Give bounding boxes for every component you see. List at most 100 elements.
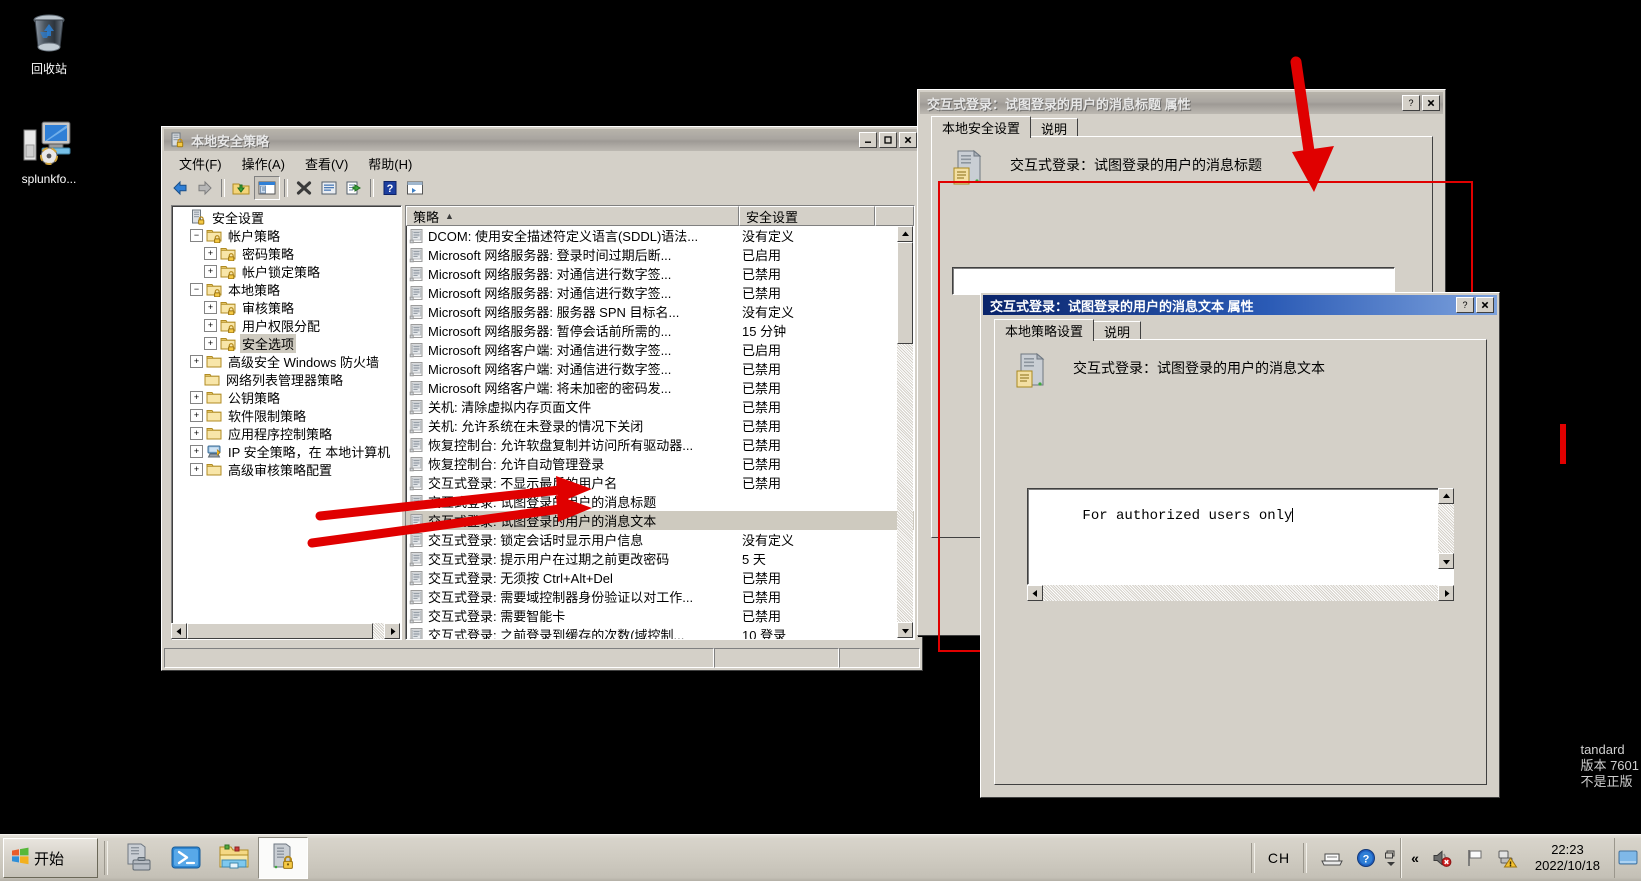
taskbar-button-server-manager[interactable] (114, 838, 162, 878)
tab-explain[interactable]: 说明 (1093, 321, 1142, 341)
expand-icon[interactable]: + (190, 408, 203, 422)
textarea-hscrollbar[interactable] (1027, 585, 1454, 601)
tree-scroll-thumb[interactable] (187, 623, 373, 639)
tab-explain[interactable]: 说明 (1030, 118, 1079, 138)
table-row[interactable]: 恢复控制台: 允许软盘复制并访问所有驱动器... 已禁用 (406, 435, 914, 454)
message-text-properties-dialog[interactable]: 交互式登录：试图登录的用户的消息文本 属性 ? 本地策略设置 说明 交互式登录：… (980, 292, 1500, 798)
textarea-scroll-left-button[interactable] (1027, 585, 1043, 601)
table-row[interactable]: Microsoft 网络客户端: 将未加密的密码发... 已禁用 (406, 378, 914, 397)
console-tree-icon[interactable] (254, 176, 280, 200)
table-row[interactable]: 交互式登录: 试图登录的用户的消息标题 (406, 492, 914, 511)
tree-item[interactable]: − 本地策略 (174, 280, 401, 298)
close-button[interactable] (899, 132, 917, 148)
tab-local-policy-setting[interactable]: 本地策略设置 (994, 319, 1095, 341)
table-row[interactable]: 交互式登录: 不显示最后的用户名 已禁用 (406, 473, 914, 492)
expand-icon[interactable]: + (204, 336, 217, 350)
tree-item[interactable]: + 应用程序控制策略 (174, 424, 401, 442)
menu-file[interactable]: 文件(F) (170, 152, 231, 175)
window-titlebar[interactable]: 本地安全策略 (164, 129, 920, 151)
list-scroll-track[interactable] (897, 242, 913, 622)
expand-icon[interactable]: + (190, 390, 203, 404)
taskbar[interactable]: 开始 CH ? « 22:23 2022/10/18 (0, 834, 1641, 881)
desktop-icon-recycle-bin[interactable]: 回收站 (4, 8, 94, 76)
menu-bar[interactable]: 文件(F) 操作(A) 查看(V) 帮助(H) (164, 152, 920, 174)
tree-item[interactable]: 安全设置 (174, 208, 401, 226)
dialog-titlebar[interactable]: 交互式登录：试图登录的用户的消息文本 属性 ? (983, 295, 1497, 315)
ime-language-indicator[interactable]: CH (1262, 850, 1296, 866)
list-scroll-up-button[interactable] (897, 226, 913, 242)
console-tree-pane[interactable]: 安全设置 − 帐户策略 + 密码策略 + 帐户锁定策略 − 本地策略 + 审核策略 + 用户权限分配 + 安… (171, 205, 402, 640)
message-text-input[interactable]: For authorized users only (1027, 488, 1454, 585)
table-row[interactable]: Microsoft 网络服务器: 对通信进行数字签... 已禁用 (406, 283, 914, 302)
column-header-policy[interactable]: 策略 ▲ (406, 206, 739, 226)
table-row[interactable]: 交互式登录: 无须按 Ctrl+Alt+Del 已禁用 (406, 568, 914, 587)
properties-icon[interactable] (317, 177, 341, 199)
tree-item[interactable]: + 公钥策略 (174, 388, 401, 406)
collapse-icon[interactable]: − (190, 228, 203, 242)
collapse-icon[interactable]: − (190, 282, 203, 296)
start-button[interactable]: 开始 (3, 838, 98, 878)
export-list-icon[interactable] (342, 177, 366, 199)
tree-hscrollbar[interactable] (171, 623, 400, 639)
folder-up-icon[interactable] (229, 177, 253, 199)
tree-item[interactable]: + 高级审核策略配置 (174, 460, 401, 478)
menu-action[interactable]: 操作(A) (233, 152, 294, 175)
notification-area[interactable]: « 22:23 2022/10/18 (1400, 838, 1614, 878)
help-question-icon[interactable]: ? (1350, 848, 1382, 868)
network-flag-icon[interactable] (1459, 848, 1491, 868)
textarea-vscrollbar[interactable] (1438, 488, 1454, 569)
policy-list[interactable]: DCOM: 使用安全描述符定义语言(SDDL)语法... 没有定义 Microsof… (406, 226, 914, 639)
expand-icon[interactable]: + (190, 426, 203, 440)
show-desktop-button[interactable] (1614, 838, 1641, 878)
tree-item[interactable]: + 帐户锁定策略 (174, 262, 401, 280)
toolbar[interactable]: ? (164, 175, 920, 201)
tree-scroll-left-button[interactable] (171, 623, 187, 639)
column-header-security-setting[interactable]: 安全设置 (739, 206, 875, 226)
ime-options-icon[interactable] (1382, 849, 1400, 867)
table-row[interactable]: Microsoft 网络客户端: 对通信进行数字签... 已禁用 (406, 359, 914, 378)
tree-item[interactable]: − 帐户策略 (174, 226, 401, 244)
action-center-warning-icon[interactable] (1491, 848, 1525, 868)
tree-item[interactable]: + IP 安全策略，在 本地计算机 (174, 442, 401, 460)
volume-muted-icon[interactable] (1425, 848, 1459, 868)
close-button[interactable] (1422, 95, 1440, 111)
column-header-filler[interactable] (875, 206, 914, 226)
table-row[interactable]: 关机: 清除虚拟内存页面文件 已禁用 (406, 397, 914, 416)
dialog-titlebar[interactable]: 交互式登录：试图登录的用户的消息标题 属性 ? (920, 92, 1443, 114)
dialog-tabstrip[interactable]: 本地策略设置 说明 (994, 319, 1142, 341)
tree-item[interactable]: + 软件限制策略 (174, 406, 401, 424)
tree-item[interactable]: + 安全选项 (174, 333, 401, 353)
close-button[interactable] (1476, 297, 1494, 313)
list-scroll-thumb[interactable] (897, 242, 913, 344)
textarea-scroll-right-button[interactable] (1438, 585, 1454, 601)
list-vscrollbar[interactable] (897, 226, 913, 638)
desktop-icon-splunkfo[interactable]: splunkfo... (4, 118, 94, 186)
dialog-tabstrip[interactable]: 本地安全设置 说明 (931, 116, 1079, 138)
list-header[interactable]: 策略 ▲ 安全设置 (406, 206, 914, 226)
view-window-icon[interactable] (403, 177, 427, 199)
table-row[interactable]: 交互式登录: 锁定会话时显示用户信息 没有定义 (406, 530, 914, 549)
tree-item[interactable]: 网络列表管理器策略 (174, 370, 401, 388)
expand-icon[interactable]: + (204, 318, 217, 332)
expand-icon[interactable]: + (204, 264, 217, 278)
textarea-scroll-track[interactable] (1438, 504, 1454, 553)
policy-list-pane[interactable]: 策略 ▲ 安全设置 DCOM: 使用安全描述符定义语言(SDDL)语法... 没有… (405, 205, 915, 640)
table-row[interactable]: 恢复控制台: 允许自动管理登录 已禁用 (406, 454, 914, 473)
tab-local-security-setting[interactable]: 本地安全设置 (931, 116, 1032, 138)
help-button[interactable]: ? (1402, 95, 1420, 111)
table-row[interactable]: Microsoft 网络客户端: 对通信进行数字签... 已启用 (406, 340, 914, 359)
console-tree[interactable]: 安全设置 − 帐户策略 + 密码策略 + 帐户锁定策略 − 本地策略 + 审核策略 + 用户权限分配 + 安… (172, 206, 401, 478)
expand-icon[interactable]: + (190, 462, 203, 476)
maximize-button[interactable] (879, 132, 897, 148)
table-row[interactable]: 交互式登录: 需要域控制器身份验证以对工作... 已禁用 (406, 587, 914, 606)
table-row[interactable]: Microsoft 网络服务器: 暂停会话前所需的... 15 分钟 (406, 321, 914, 340)
help-button[interactable]: ? (1456, 297, 1474, 313)
tree-item[interactable]: + 审核策略 (174, 298, 401, 316)
taskbar-button-explorer[interactable] (210, 838, 258, 878)
table-row[interactable]: 交互式登录: 之前登录到缓存的次数(域控制... 10 登录 (406, 625, 914, 639)
tree-item[interactable]: + 用户权限分配 (174, 316, 401, 334)
menu-help[interactable]: 帮助(H) (359, 152, 421, 175)
keyboard-layout-icon[interactable] (1314, 849, 1350, 867)
table-row[interactable]: 交互式登录: 提示用户在过期之前更改密码 5 天 (406, 549, 914, 568)
local-security-policy-window[interactable]: 本地安全策略 文件(F) 操作(A) 查看(V) 帮助(H) ? 安全设置 − … (161, 126, 923, 671)
